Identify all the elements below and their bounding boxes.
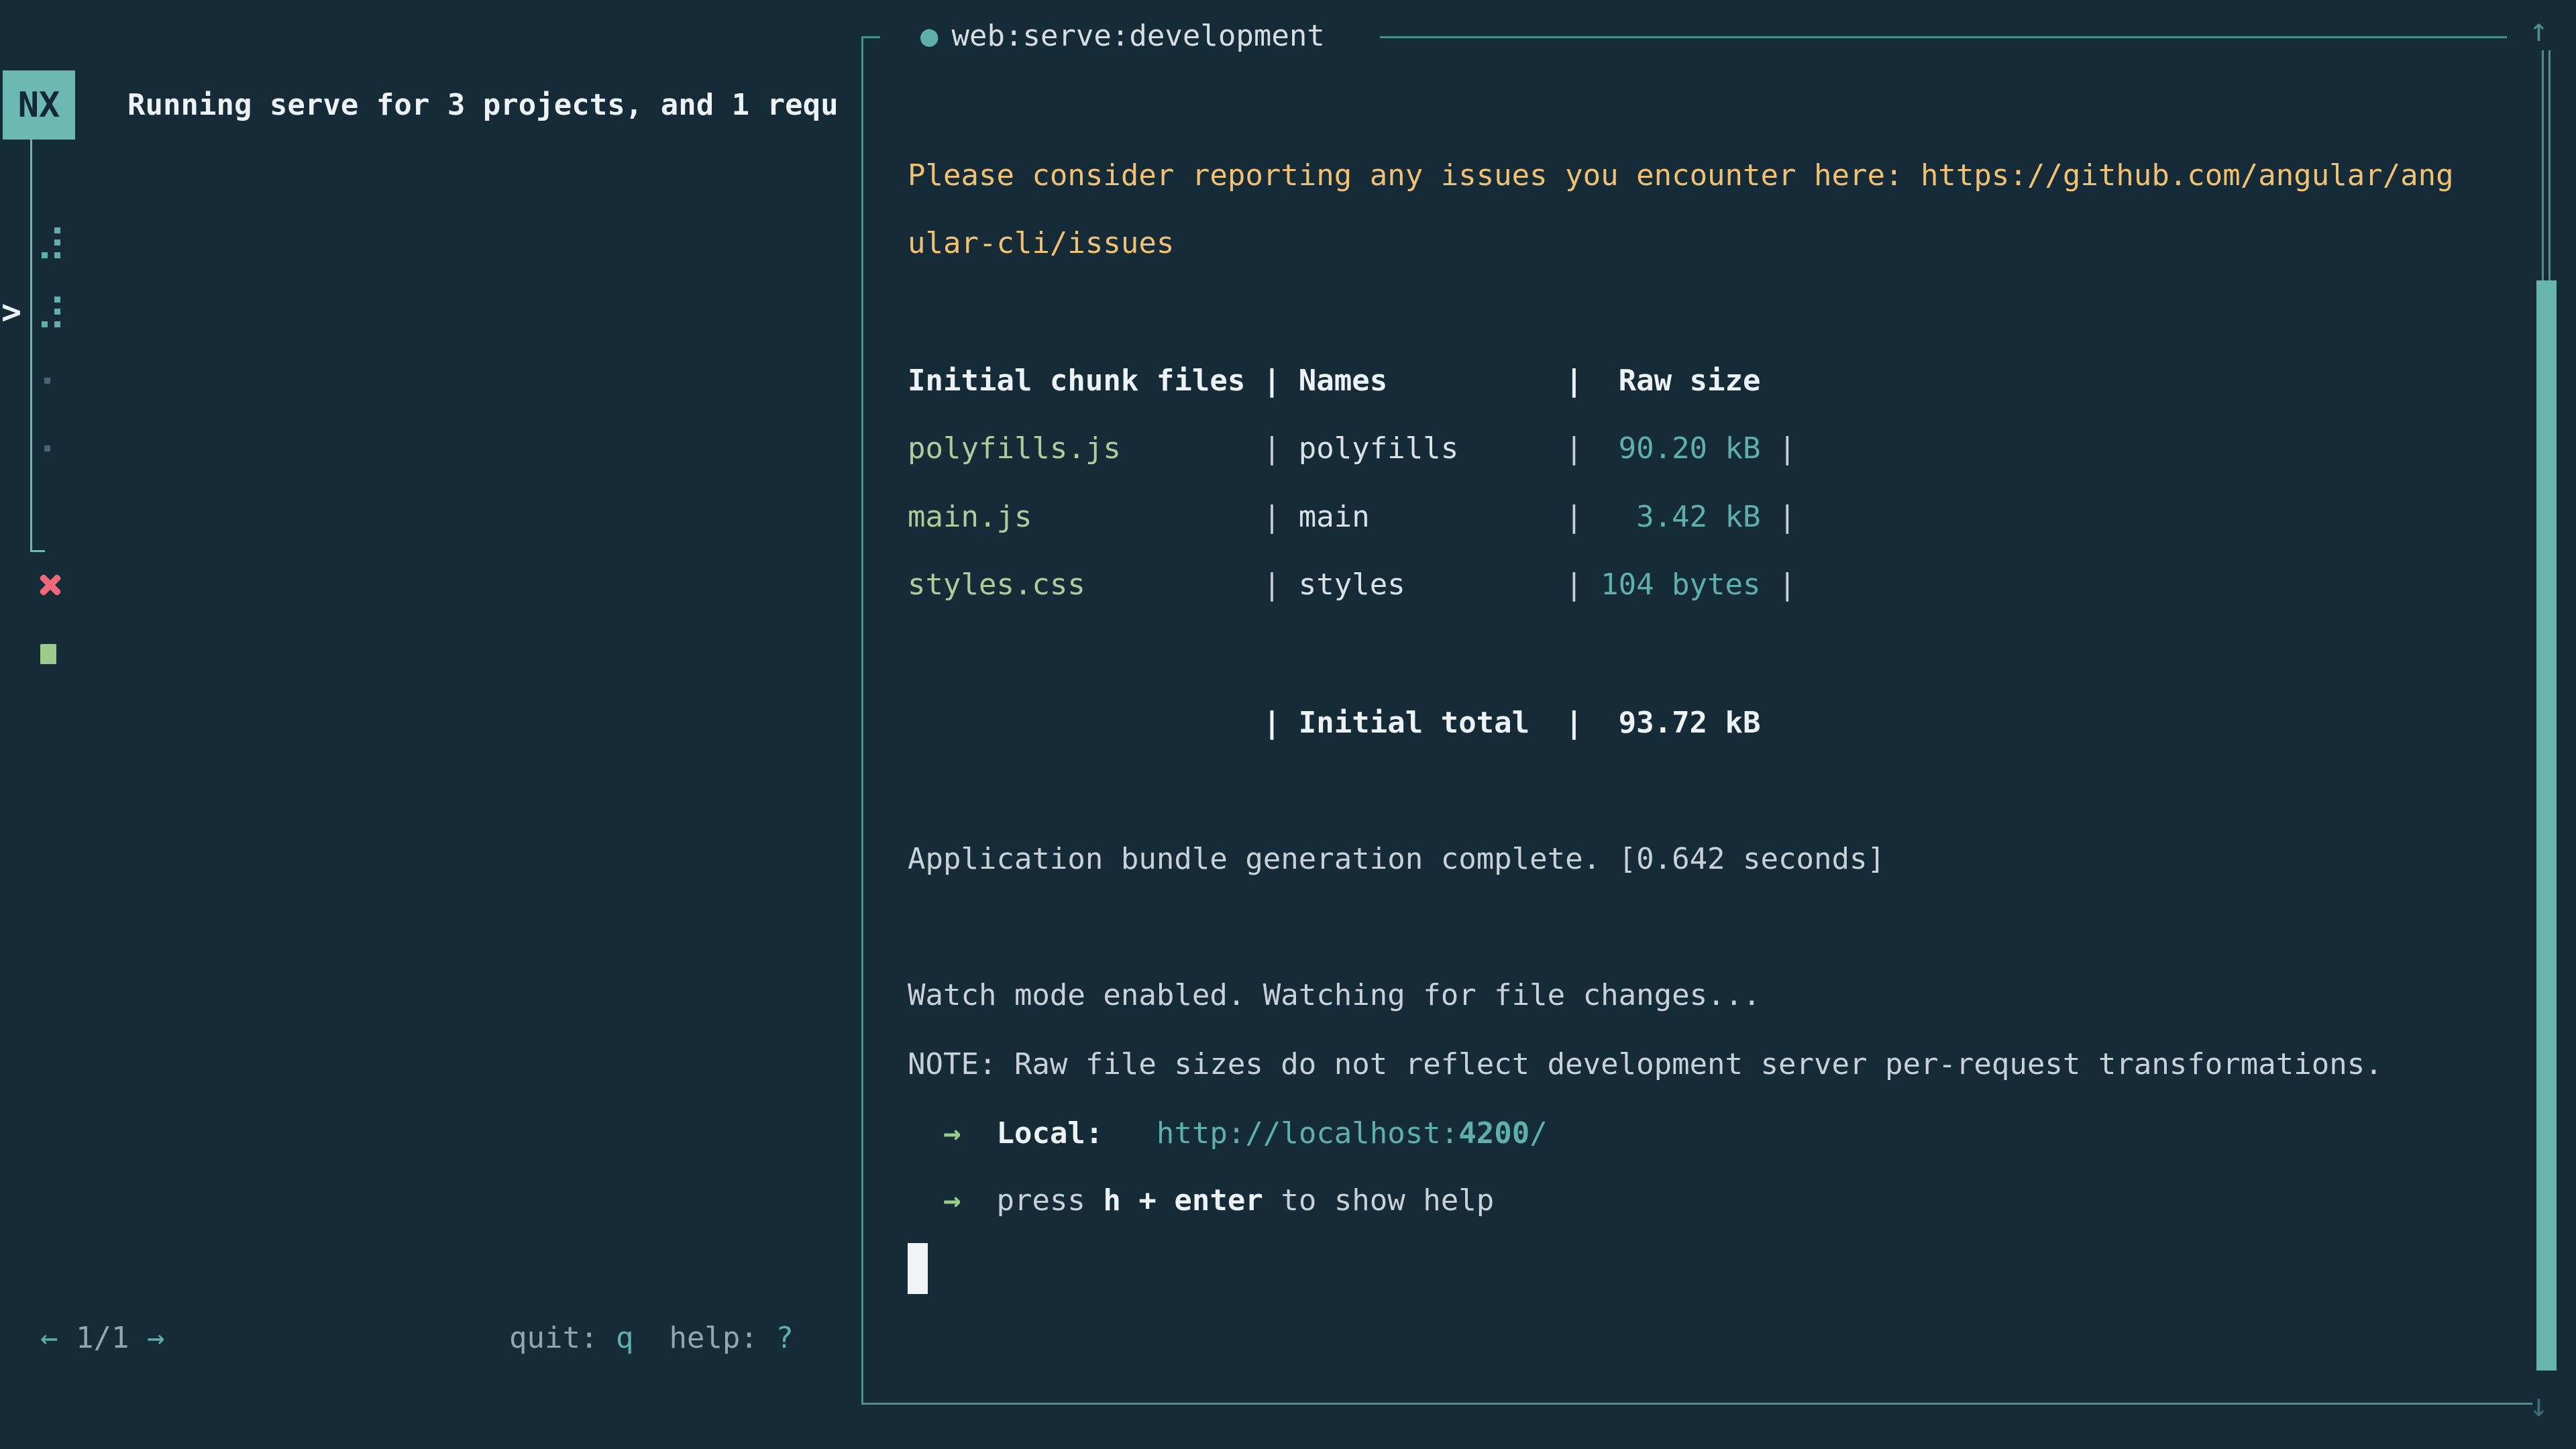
- chunk-name: polyfills: [1299, 415, 1565, 483]
- panel-border-bottom: [861, 1403, 2532, 1405]
- chunk-table-row: styles.css| styles|104 bytes |: [908, 551, 1796, 619]
- app-title: Running serve for 3 projects, and 1 requ: [127, 71, 860, 140]
- header-files: Initial chunk files: [908, 347, 1263, 415]
- help-hint-line: → press h + enter to show help: [908, 1167, 1494, 1235]
- chunk-file: main.js: [908, 483, 1263, 551]
- task-item-backend-build-production[interactable]: backend:build:production: [0, 620, 861, 688]
- scrollbar-thumb[interactable]: [2536, 280, 2557, 1371]
- chunk-table-row: polyfills.js| polyfills|90.20 kB |: [908, 415, 1796, 483]
- pagination-prev-icon[interactable]: ←: [40, 1321, 58, 1355]
- help-key: ?: [775, 1321, 794, 1355]
- panel-title: ● web:serve:development: [920, 2, 1325, 70]
- quit-hint-label: quit:: [509, 1321, 598, 1355]
- task-item-web-serve-development[interactable]: web:serve:development: [0, 278, 861, 346]
- local-server-line: → Local: http://localhost:4200/: [908, 1099, 1548, 1168]
- nx-tui-screen: NX Running serve for 3 projects, and 1 r…: [0, 0, 2576, 1449]
- header-raw-size: Raw size: [1583, 347, 1761, 415]
- help-keys: h + enter: [1103, 1183, 1263, 1218]
- chunk-name: styles: [1299, 551, 1565, 619]
- arrow-right-icon: →: [943, 1183, 961, 1218]
- total-label: Initial total: [1299, 689, 1565, 757]
- task-failed-x-icon: [38, 572, 63, 598]
- chunk-size: 104 bytes: [1583, 551, 1761, 619]
- note-message: NOTE: Raw file sizes do not reflect deve…: [908, 1030, 2383, 1099]
- header-names: Names: [1299, 347, 1565, 415]
- chunk-file: polyfills.js: [908, 415, 1263, 483]
- task-success-square-icon: [40, 644, 56, 664]
- arrow-right-icon: →: [943, 1116, 961, 1150]
- scrollbar-track[interactable]: [2548, 50, 2551, 280]
- local-url[interactable]: http://localhost:4200/: [1157, 1116, 1548, 1150]
- chunk-table-row: main.js| main|3.42 kB |: [908, 483, 1796, 551]
- task-list-pagination: ← 1/1 →: [40, 1304, 164, 1373]
- chunk-size: 3.42 kB: [1583, 483, 1761, 551]
- task-item-waiting-2[interactable]: Waiting for task...: [0, 415, 861, 483]
- local-label: Local:: [996, 1116, 1103, 1150]
- task-item-waiting-1[interactable]: Waiting for task...: [0, 347, 861, 415]
- issue-notice-line-2[interactable]: ular-cli/issues: [908, 209, 1174, 278]
- watch-mode-message: Watch mode enabled. Watching for file ch…: [908, 961, 1761, 1030]
- total-size: 93.72 kB: [1583, 689, 1761, 757]
- panel-title-text: web:serve:development: [952, 19, 1325, 53]
- scrollbar-track[interactable]: [2542, 50, 2544, 280]
- task-item-backend-serve-development[interactable]: backend:serve:development: [0, 209, 861, 277]
- bundle-complete-message: Application bundle generation complete. …: [908, 825, 1885, 894]
- chunk-size: 90.20 kB: [1583, 415, 1761, 483]
- panel-border-left: [861, 36, 863, 1405]
- task-spinner-icon: [42, 227, 60, 258]
- scrollbar-down-arrow-icon[interactable]: ↓: [2529, 1371, 2548, 1440]
- task-pending-dot-icon: [44, 445, 50, 451]
- issue-notice-line-1: Please consider reporting any issues you…: [908, 142, 2454, 210]
- help-hint-label: help:: [669, 1321, 757, 1355]
- help-rest: to show help: [1281, 1183, 1494, 1218]
- chunk-table-total-row: | Initial total|93.72 kB: [908, 689, 1761, 757]
- task-item-guitar-serve[interactable]: guitar:serve: [0, 551, 861, 619]
- terminal-cursor: [908, 1243, 928, 1294]
- keyboard-hints: quit: q help: ?: [509, 1304, 794, 1373]
- press-text: press: [996, 1183, 1085, 1218]
- quit-key: q: [616, 1321, 634, 1355]
- chunk-file: styles.css: [908, 551, 1263, 619]
- pagination-next-icon[interactable]: →: [147, 1321, 165, 1355]
- chunk-table-header: Initial chunk files| Names|Raw size: [908, 347, 1761, 415]
- pagination-current: 1/1: [76, 1321, 129, 1355]
- chunk-name: main: [1299, 483, 1565, 551]
- nx-logo: NX: [3, 70, 75, 140]
- panel-border-top: [1380, 36, 2507, 38]
- panel-border-top-stub: [861, 36, 880, 38]
- running-status-dot-icon: ●: [920, 19, 938, 53]
- scrollbar-up-arrow-icon[interactable]: ↑: [2529, 0, 2548, 64]
- task-spinner-icon: [42, 297, 60, 327]
- task-pending-dot-icon: [44, 378, 50, 384]
